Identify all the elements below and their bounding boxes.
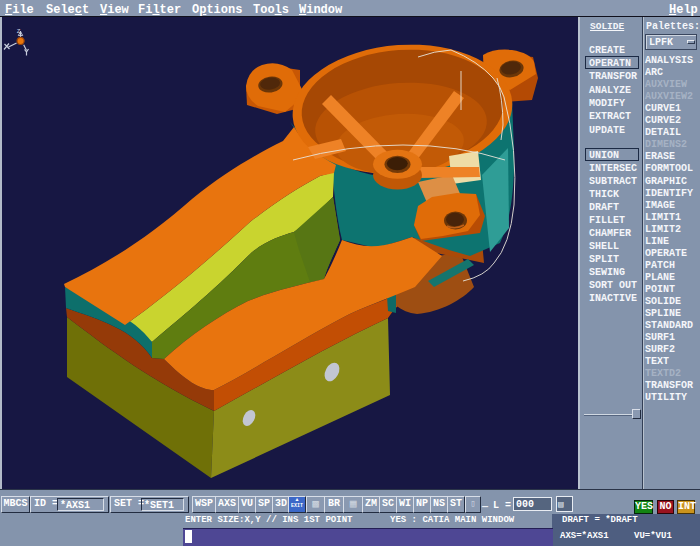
svg-text:z: z xyxy=(17,27,21,35)
